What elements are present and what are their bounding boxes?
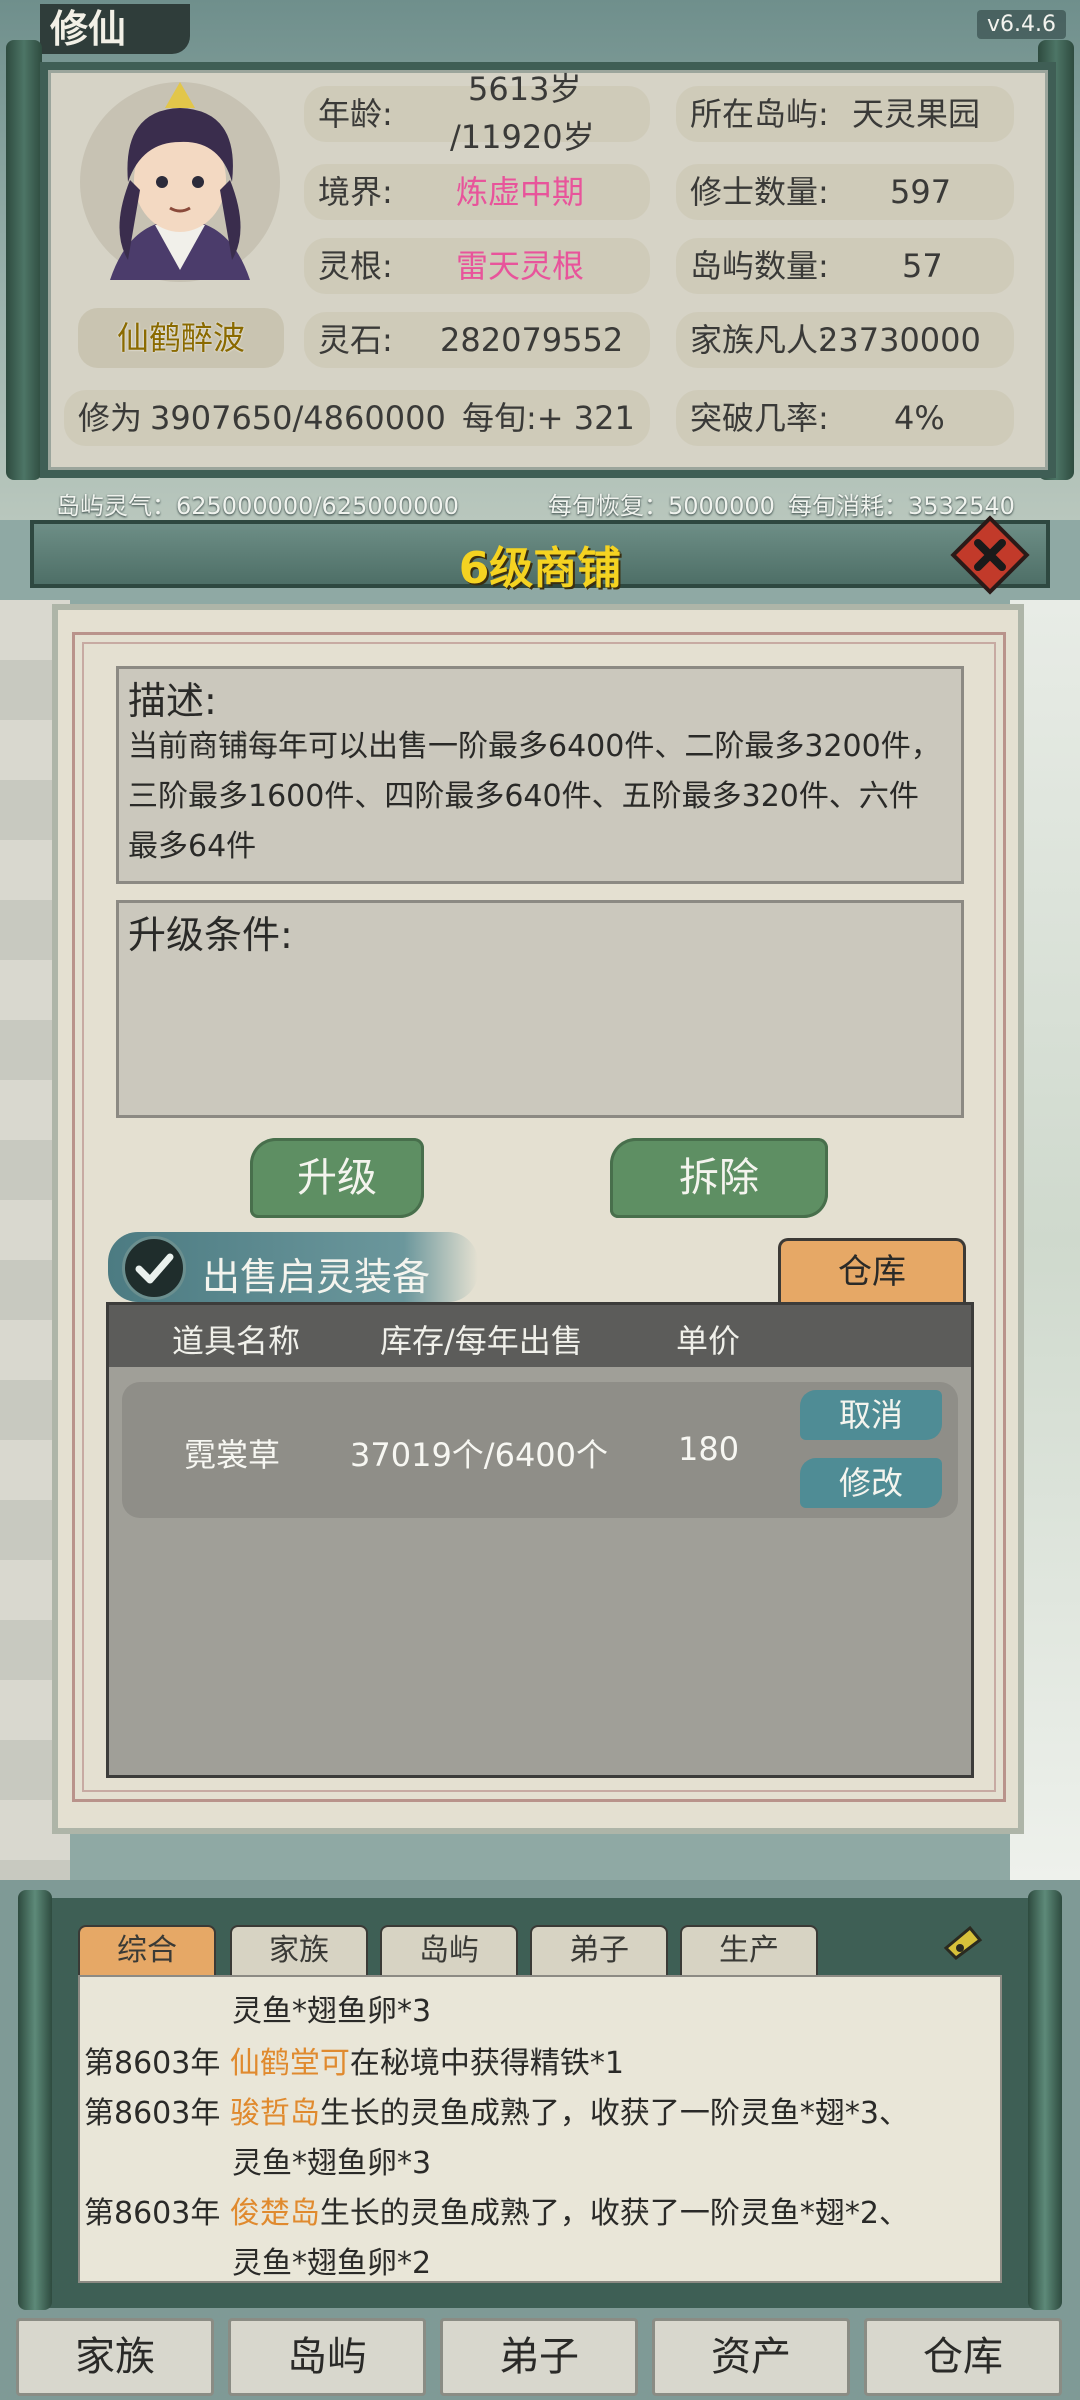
qi-recovery: 每旬恢复：5000000 xyxy=(548,492,775,520)
log-horn-button[interactable] xyxy=(940,1918,990,1968)
location-label: 所在岛屿: xyxy=(690,95,829,133)
log-text: 生长的灵鱼成熟了，收获了一阶灵鱼*翅*2、 xyxy=(319,2196,909,2231)
breakthrough-label: 突破几率: xyxy=(690,399,829,437)
log-tab-disciples[interactable]: 弟子 xyxy=(530,1925,668,1975)
log-tab-general[interactable]: 综合 xyxy=(78,1925,216,1975)
mortals-value: 23730000 xyxy=(818,321,981,359)
cultivators-value: 597 xyxy=(890,173,952,211)
log-line: 灵鱼*翅鱼卵*3 xyxy=(232,1986,431,2030)
breakthrough-value: 4% xyxy=(894,399,945,437)
aura-bar: 岛屿灵气：625000000/625000000 每旬恢复：5000000 每旬… xyxy=(0,482,1080,522)
demolish-button[interactable]: 拆除 xyxy=(610,1138,828,1218)
edit-button[interactable]: 修改 xyxy=(800,1458,942,1508)
description-text: 当前商铺每年可以出售一阶最多6400件、二阶最多3200件，三阶最多1600件、… xyxy=(128,729,941,864)
realm-label: 境界: xyxy=(318,173,393,211)
version-label: v6.4.6 xyxy=(977,10,1066,39)
items-table xyxy=(106,1302,974,1778)
close-icon xyxy=(950,515,1030,595)
nav-family-button[interactable]: 家族 xyxy=(16,2318,214,2396)
per-turn-label: 每旬 xyxy=(462,399,527,437)
islands-stat: 岛屿数量: 57 xyxy=(676,238,1014,294)
log-year: 第8603年 xyxy=(84,2196,221,2231)
location-stat: 所在岛屿: 天灵果园 xyxy=(676,86,1014,142)
character-name[interactable]: 仙鹤醉波 xyxy=(78,308,284,368)
log-tab-production[interactable]: 生产 xyxy=(680,1925,818,1975)
horn-icon xyxy=(943,1925,983,1960)
location-value: 天灵果园 xyxy=(852,95,981,133)
log-actor[interactable]: 俊楚岛 xyxy=(230,2196,320,2231)
age-max: /11920岁 xyxy=(450,118,595,156)
log-text: 灵鱼*翅鱼卵*3 xyxy=(232,1994,432,2029)
realm-value: 炼虚中期 xyxy=(456,173,585,211)
age-value: 5613岁 xyxy=(468,70,582,108)
requirements-title: 升级条件: xyxy=(128,913,293,957)
cultivation-label: 修为 xyxy=(78,399,143,437)
avatar[interactable] xyxy=(70,70,290,290)
col-stock: 库存/每年出售 xyxy=(380,1322,583,1360)
log-line: 第8603年 俊楚岛生长的灵鱼成熟了，收获了一阶灵鱼*翅*2、 xyxy=(84,2188,909,2232)
log-text: 灵鱼*翅鱼卵*2 xyxy=(232,2246,432,2281)
log-tab-family[interactable]: 家族 xyxy=(230,1925,368,1975)
log-line: 灵鱼*翅鱼卵*2 xyxy=(232,2238,431,2282)
shop-dialog-header: 6级商铺 xyxy=(30,520,1050,594)
stones-label: 灵石: xyxy=(318,321,393,359)
log-year: 第8603年 xyxy=(84,2046,221,2081)
sell-equipment-label: 出售启灵装备 xyxy=(202,1255,431,1299)
app-logo: 修仙 xyxy=(40,4,190,54)
nav-island-button[interactable]: 岛屿 xyxy=(228,2318,426,2396)
upgrade-button[interactable]: 升级 xyxy=(250,1138,424,1218)
cultivation-stat: 修为 3907650/4860000 每旬 :+ 321 xyxy=(64,390,650,446)
log-actor[interactable]: 仙鹤堂可 xyxy=(230,2046,350,2081)
sell-equipment-checkbox[interactable] xyxy=(122,1236,186,1300)
root-value: 雷天灵根 xyxy=(456,247,585,285)
cultivators-label: 修士数量: xyxy=(690,173,829,211)
age-label: 年龄: xyxy=(318,95,393,133)
log-text: 生长的灵鱼成熟了，收获了一阶灵鱼*翅*3、 xyxy=(319,2096,909,2131)
log-actor[interactable]: 骏哲岛 xyxy=(230,2096,320,2131)
col-item-name: 道具名称 xyxy=(172,1322,301,1360)
per-turn-value: :+ 321 xyxy=(526,399,635,437)
item-price: 180 xyxy=(678,1430,740,1468)
log-line: 第8603年 骏哲岛生长的灵鱼成熟了，收获了一阶灵鱼*翅*3、 xyxy=(84,2088,909,2132)
log-text: 灵鱼*翅鱼卵*3 xyxy=(232,2146,432,2181)
col-price: 单价 xyxy=(676,1322,741,1360)
shop-title: 6级商铺 xyxy=(458,543,622,594)
item-stock: 37019个/6400个 xyxy=(350,1436,609,1474)
warehouse-tab[interactable]: 仓库 xyxy=(778,1238,966,1302)
log-year: 第8603年 xyxy=(84,2096,221,2131)
nav-disciples-button[interactable]: 弟子 xyxy=(440,2318,638,2396)
cultivation-value: 3907650/4860000 xyxy=(150,399,446,437)
root-stat: 灵根: 雷天灵根 xyxy=(304,238,650,294)
island-qi: 岛屿灵气：625000000/625000000 xyxy=(56,492,459,520)
root-label: 灵根: xyxy=(318,247,393,285)
mortals-stat: 家族凡人: 23730000 xyxy=(676,312,1014,368)
log-tab-island[interactable]: 岛屿 xyxy=(380,1925,518,1975)
islands-label: 岛屿数量: xyxy=(690,247,829,285)
cultivators-stat: 修士数量: 597 xyxy=(676,164,1014,220)
realm-stat: 境界: 炼虚中期 xyxy=(304,164,650,220)
close-button[interactable] xyxy=(950,515,1030,595)
nav-warehouse-button[interactable]: 仓库 xyxy=(864,2318,1062,2396)
avatar-portrait-icon xyxy=(80,82,280,282)
checkmark-icon xyxy=(135,1253,174,1284)
log-rod-left xyxy=(18,1890,52,2310)
nav-assets-button[interactable]: 资产 xyxy=(652,2318,850,2396)
log-rod-right xyxy=(1028,1890,1062,2310)
breakthrough-stat: 突破几率: 4% xyxy=(676,390,1014,446)
log-text: 在秘境中获得精铁*1 xyxy=(349,2046,624,2081)
mortals-label: 家族凡人: xyxy=(690,321,829,359)
log-line: 第8603年 仙鹤堂可在秘境中获得精铁*1 xyxy=(84,2038,624,2082)
stones-stat: 灵石: 282079552 xyxy=(304,312,650,368)
cancel-button[interactable]: 取消 xyxy=(800,1390,942,1440)
stones-value: 282079552 xyxy=(440,321,624,359)
scroll-rod-left xyxy=(6,40,42,480)
log-line: 灵鱼*翅鱼卵*3 xyxy=(232,2138,431,2182)
description-title: 描述: xyxy=(128,679,217,723)
item-name: 霓裳草 xyxy=(184,1436,281,1474)
islands-value: 57 xyxy=(902,247,943,285)
